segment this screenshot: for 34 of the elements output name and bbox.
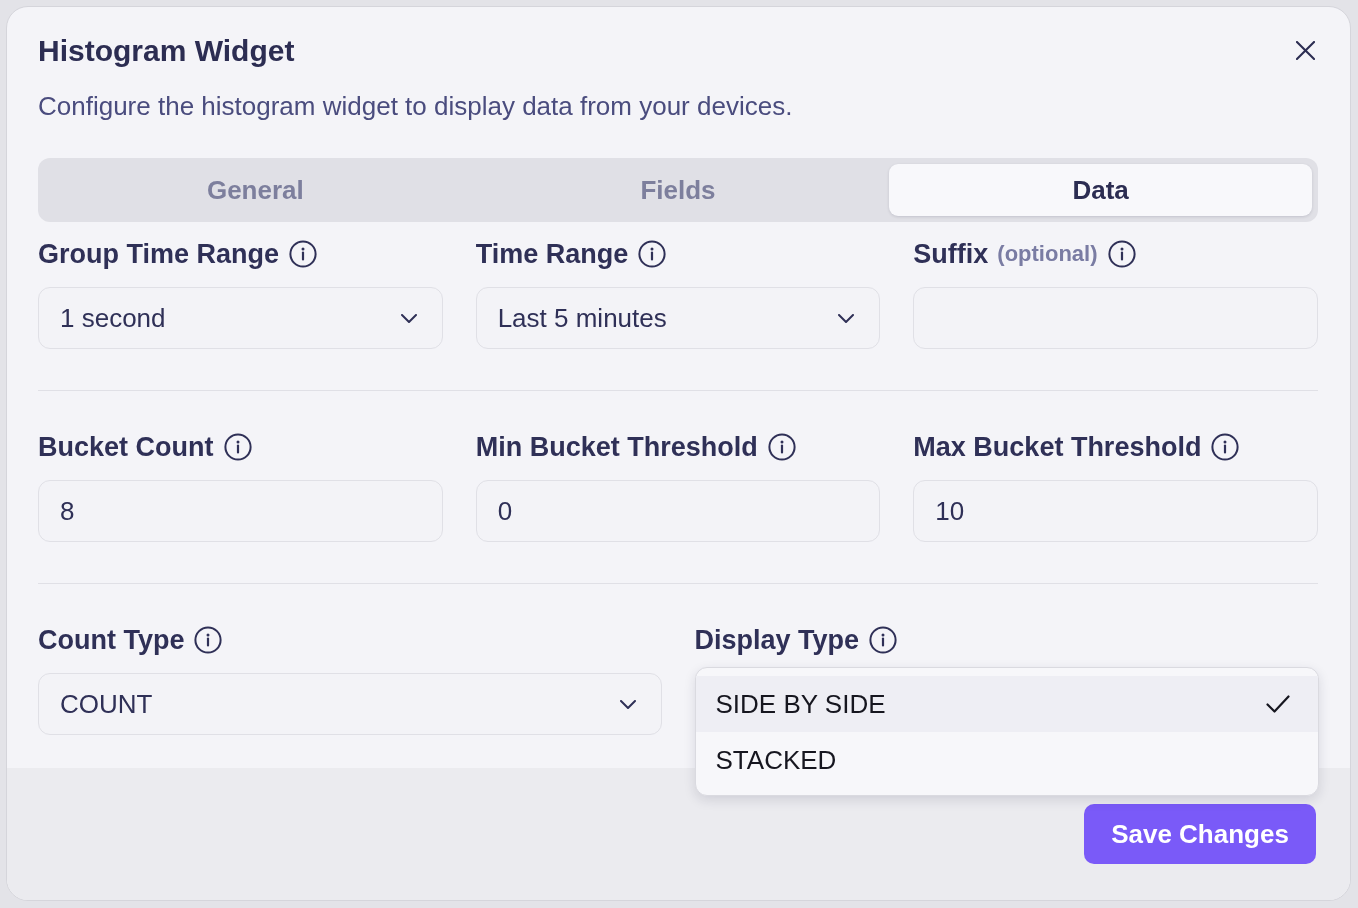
info-icon[interactable] (223, 433, 252, 461)
chevron-down-icon (619, 699, 636, 709)
info-icon[interactable] (638, 240, 667, 268)
info-icon[interactable] (767, 433, 796, 461)
select-field[interactable]: 1 second (38, 287, 443, 349)
field-label: Suffix (913, 238, 989, 270)
field-label: Time Range (475, 238, 629, 270)
chevron-down-icon (838, 313, 855, 323)
save-button[interactable]: Save Changes (1084, 804, 1316, 864)
info-icon[interactable] (1211, 433, 1240, 461)
tab[interactable]: Data (889, 164, 1312, 216)
field-label: Min Bucket Threshold (475, 431, 758, 463)
select-field[interactable]: Last 5 minutes (475, 287, 881, 349)
info-icon[interactable] (289, 240, 318, 268)
chevron-down-icon (400, 313, 417, 323)
input-field[interactable]: 8 (38, 480, 443, 542)
input-field[interactable]: 10 (913, 480, 1318, 542)
close-icon[interactable] (1296, 41, 1315, 60)
field-label: Bucket Count (38, 431, 214, 463)
info-icon[interactable] (194, 626, 223, 654)
input-field[interactable]: 0 (475, 480, 881, 542)
field-label: Max Bucket Threshold (913, 431, 1202, 463)
check-icon (1266, 695, 1290, 713)
dialog-title: Histogram Widget (38, 33, 296, 69)
dialog-description: Configure the histogram widget to display data from your devices. (38, 91, 793, 121)
field-label: Count Type (38, 624, 185, 656)
dropdown-option[interactable]: STACKED (695, 732, 1318, 788)
info-icon[interactable] (869, 626, 898, 654)
info-icon[interactable] (1107, 240, 1136, 268)
dropdown-option[interactable]: SIDE BY SIDE (695, 676, 1318, 732)
select-field[interactable]: COUNT (38, 673, 662, 735)
optional-hint: (optional) (997, 241, 1098, 267)
field-label: Display Type (694, 624, 860, 656)
field-label: Group Time Range (38, 238, 280, 270)
